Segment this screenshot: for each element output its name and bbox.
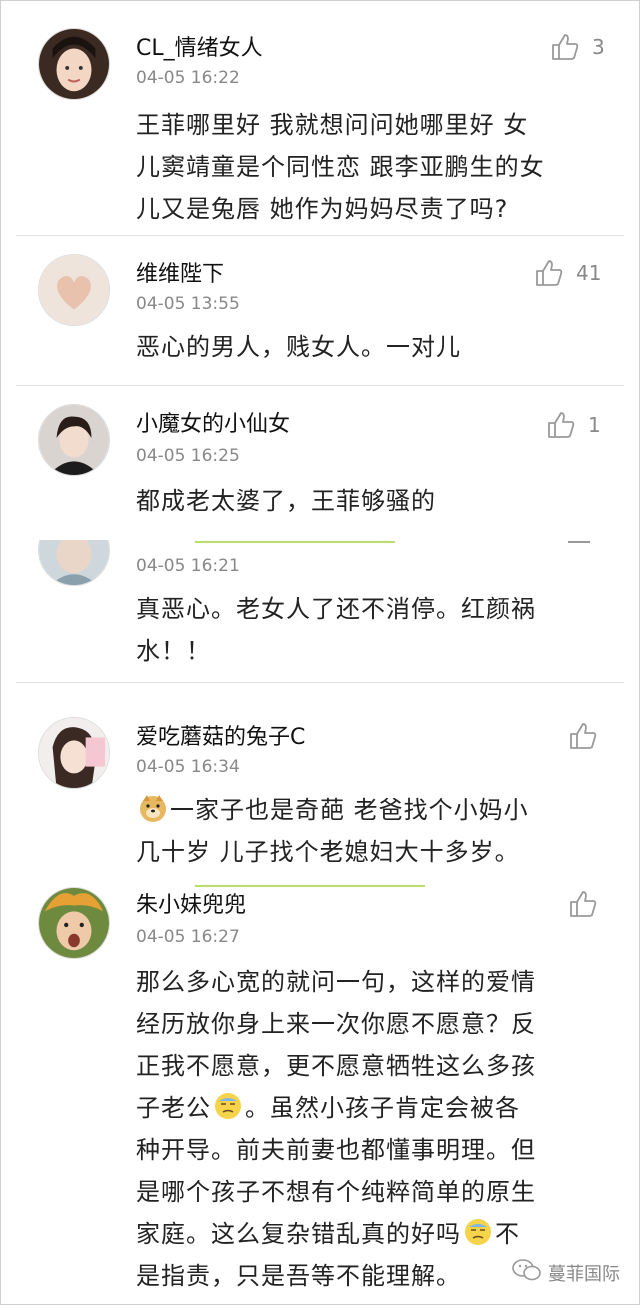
avatar[interactable] bbox=[38, 254, 110, 326]
like-button[interactable]: 3 bbox=[550, 32, 605, 62]
like-count: 1 bbox=[588, 413, 601, 437]
like-count: 41 bbox=[576, 261, 602, 285]
thumbs-up-icon bbox=[568, 722, 598, 750]
comment-line: 经历放你身上来一次你愿不愿意？反 bbox=[136, 1010, 536, 1038]
comment-line-text: 一家子也是奇葩 老爸找个小妈小 bbox=[170, 796, 529, 824]
comment-body: 王菲哪里好 我就想问问她哪里好 女 儿窦靖童是个同性恋 跟李亚鹏生的女 儿又是兔… bbox=[136, 104, 596, 230]
comment-timestamp: 04-05 13:55 bbox=[136, 294, 240, 314]
comment-line: 真恶心。老女人了还不消停。红颜祸 bbox=[136, 595, 536, 623]
avatar[interactable] bbox=[38, 28, 110, 100]
comment-timestamp: 04-05 16:27 bbox=[136, 927, 240, 947]
comment-line: 儿又是兔唇 她作为妈妈尽责了吗? bbox=[136, 195, 509, 223]
sweat-emoji-icon bbox=[213, 1091, 243, 1121]
comment-line: 种开导。前夫前妻也都懂事明理。但 bbox=[136, 1136, 536, 1164]
comment-body: 真恶心。老女人了还不消停。红颜祸 水！！ bbox=[136, 588, 596, 672]
comment-line: 几十岁 儿子找个老媳妇大十多岁。 bbox=[136, 838, 520, 866]
comment-line: 恶心的男人，贱女人。一对儿 bbox=[136, 333, 461, 361]
like-button[interactable] bbox=[568, 721, 598, 751]
comment-item: 04-05 16:21 真恶心。老女人了还不消停。红颜祸 水！！ bbox=[0, 540, 640, 683]
comment-line: 正我不愿意，更不愿意牺牲这么多孩 bbox=[136, 1052, 536, 1080]
comment-body: 恶心的男人，贱女人。一对儿 bbox=[136, 326, 596, 368]
comment-timestamp: 04-05 16:21 bbox=[136, 556, 240, 576]
avatar[interactable] bbox=[38, 404, 110, 476]
wechat-icon bbox=[512, 1258, 542, 1287]
like-button[interactable] bbox=[568, 889, 598, 919]
sweat-emoji-icon bbox=[463, 1217, 493, 1247]
comment-username[interactable]: 小魔女的小仙女 bbox=[136, 406, 290, 438]
comment-timestamp: 04-05 16:22 bbox=[136, 68, 240, 88]
thumbs-up-icon bbox=[534, 259, 564, 287]
comment-timestamp: 04-05 16:34 bbox=[136, 757, 240, 777]
doge-emoji-icon bbox=[138, 793, 168, 823]
watermark: 蔓菲国际 bbox=[512, 1258, 620, 1287]
avatar[interactable] bbox=[38, 540, 110, 586]
avatar[interactable] bbox=[38, 887, 110, 959]
comment-line: 家庭。这么复杂错乱真的好吗 不 bbox=[136, 1213, 596, 1255]
comment-line: 一家子也是奇葩 老爸找个小妈小 bbox=[136, 789, 596, 831]
comment-username[interactable]: 爱吃蘑菇的兔子C bbox=[136, 719, 305, 751]
comment-body: 那么多心宽的就问一句，这样的爱情 经历放你身上来一次你愿不愿意？反 正我不愿意，… bbox=[136, 961, 596, 1297]
comment-line: 儿窦靖童是个同性恋 跟李亚鹏生的女 bbox=[136, 153, 545, 181]
like-count: 3 bbox=[592, 35, 605, 59]
comment-item: 小魔女的小仙女 04-05 16:25 1 都成老太婆了，王菲够骚的 bbox=[0, 386, 640, 540]
watermark-text: 蔓菲国际 bbox=[548, 1263, 620, 1285]
like-button[interactable]: 1 bbox=[546, 410, 601, 440]
comment-line-text: 。虽然小孩子肯定会被各 bbox=[245, 1094, 520, 1122]
comment-item: 维维陛下 04-05 13:55 41 恶心的男人，贱女人。一对儿 bbox=[0, 236, 640, 386]
comment-body: 都成老太婆了，王菲够骚的 bbox=[136, 480, 596, 522]
comment-body: 一家子也是奇葩 老爸找个小妈小 几十岁 儿子找个老媳妇大十多岁。 bbox=[136, 789, 596, 873]
thumbs-up-icon bbox=[550, 33, 580, 61]
comment-line-text: 家庭。这么复杂错乱真的好吗 bbox=[136, 1220, 461, 1248]
comment-username[interactable]: CL_情绪女人 bbox=[136, 30, 263, 62]
comment-username[interactable]: 朱小妹兜兜 bbox=[136, 887, 246, 919]
comment-line-text: 子老公 bbox=[136, 1094, 211, 1122]
comment-line: 都成老太婆了，王菲够骚的 bbox=[136, 487, 436, 515]
comment-line: 子老公 。虽然小孩子肯定会被各 bbox=[136, 1087, 596, 1129]
comment-timestamp: 04-05 16:25 bbox=[136, 446, 240, 466]
comment-line: 那么多心宽的就问一句，这样的爱情 bbox=[136, 968, 536, 996]
comment-username[interactable]: 维维陛下 bbox=[136, 256, 224, 288]
like-button[interactable]: 41 bbox=[534, 258, 601, 288]
comment-item: CL_情绪女人 04-05 16:22 3 王菲哪里好 我就想问问她哪里好 女 … bbox=[0, 0, 640, 236]
comment-line: 水！！ bbox=[136, 637, 211, 665]
avatar[interactable] bbox=[38, 717, 110, 789]
thumbs-up-icon bbox=[568, 890, 598, 918]
comment-line-text: 不 bbox=[495, 1220, 520, 1248]
comment-item: 爱吃蘑菇的兔子C 04-05 16:34 一家子也是奇葩 老爸找个小妈小 几十岁… bbox=[0, 683, 640, 885]
comment-line: 王菲哪里好 我就想问问她哪里好 女 bbox=[136, 111, 529, 139]
comment-item: 朱小妹兜兜 04-05 16:27 那么多心宽的就问一句，这样的爱情 经历放你身… bbox=[0, 885, 640, 1305]
thumbs-up-icon bbox=[546, 411, 576, 439]
comment-line: 是哪个孩子不想有个纯粹简单的原生 bbox=[136, 1178, 536, 1206]
